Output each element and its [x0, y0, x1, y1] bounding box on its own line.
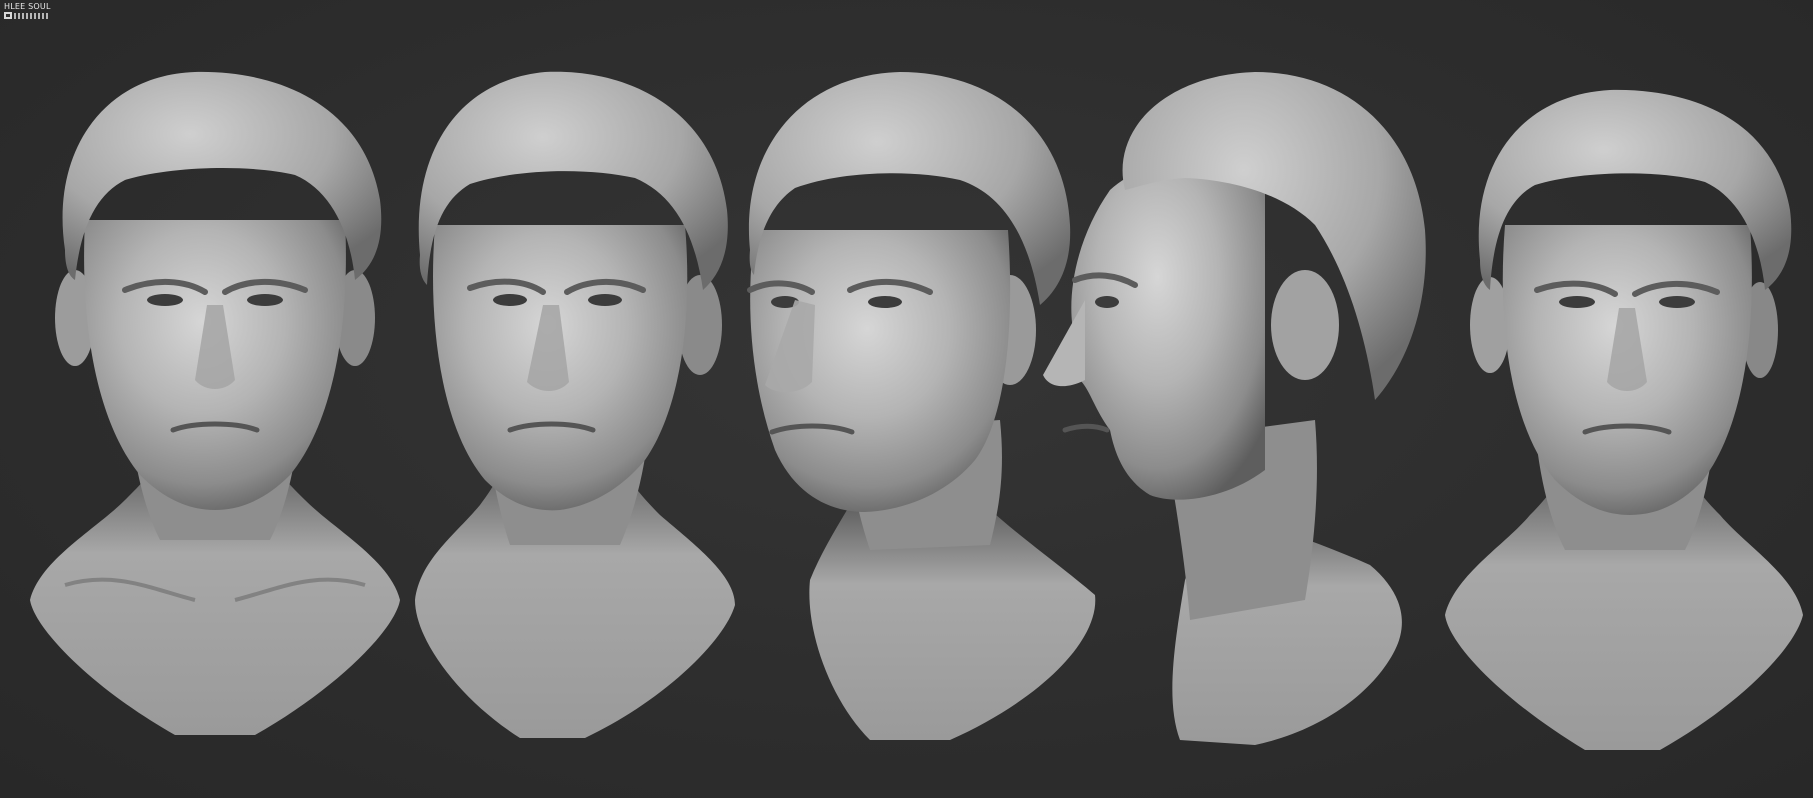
- bust-three-quarter-left-view: [415, 71, 735, 738]
- left-eye: [493, 294, 527, 306]
- nose: [1043, 300, 1085, 387]
- bust-side-profile-view: [1043, 72, 1426, 745]
- bust-three-quarter-view: [747, 72, 1096, 740]
- right-eye: [588, 294, 622, 306]
- face: [1069, 156, 1265, 500]
- bust-front-view: [30, 71, 400, 735]
- right-eye: [247, 294, 283, 306]
- left-eye: [1559, 296, 1595, 308]
- eye: [1095, 296, 1119, 308]
- left-eye: [147, 294, 183, 306]
- render-canvas: HLEE SOUL: [0, 0, 1813, 798]
- right-eye: [868, 296, 902, 308]
- sculpt-turnaround: [30, 71, 1803, 750]
- bust-front-right-view: [1445, 89, 1803, 750]
- mouth: [1062, 423, 1110, 433]
- right-eye: [1659, 296, 1695, 308]
- ear: [1271, 270, 1339, 380]
